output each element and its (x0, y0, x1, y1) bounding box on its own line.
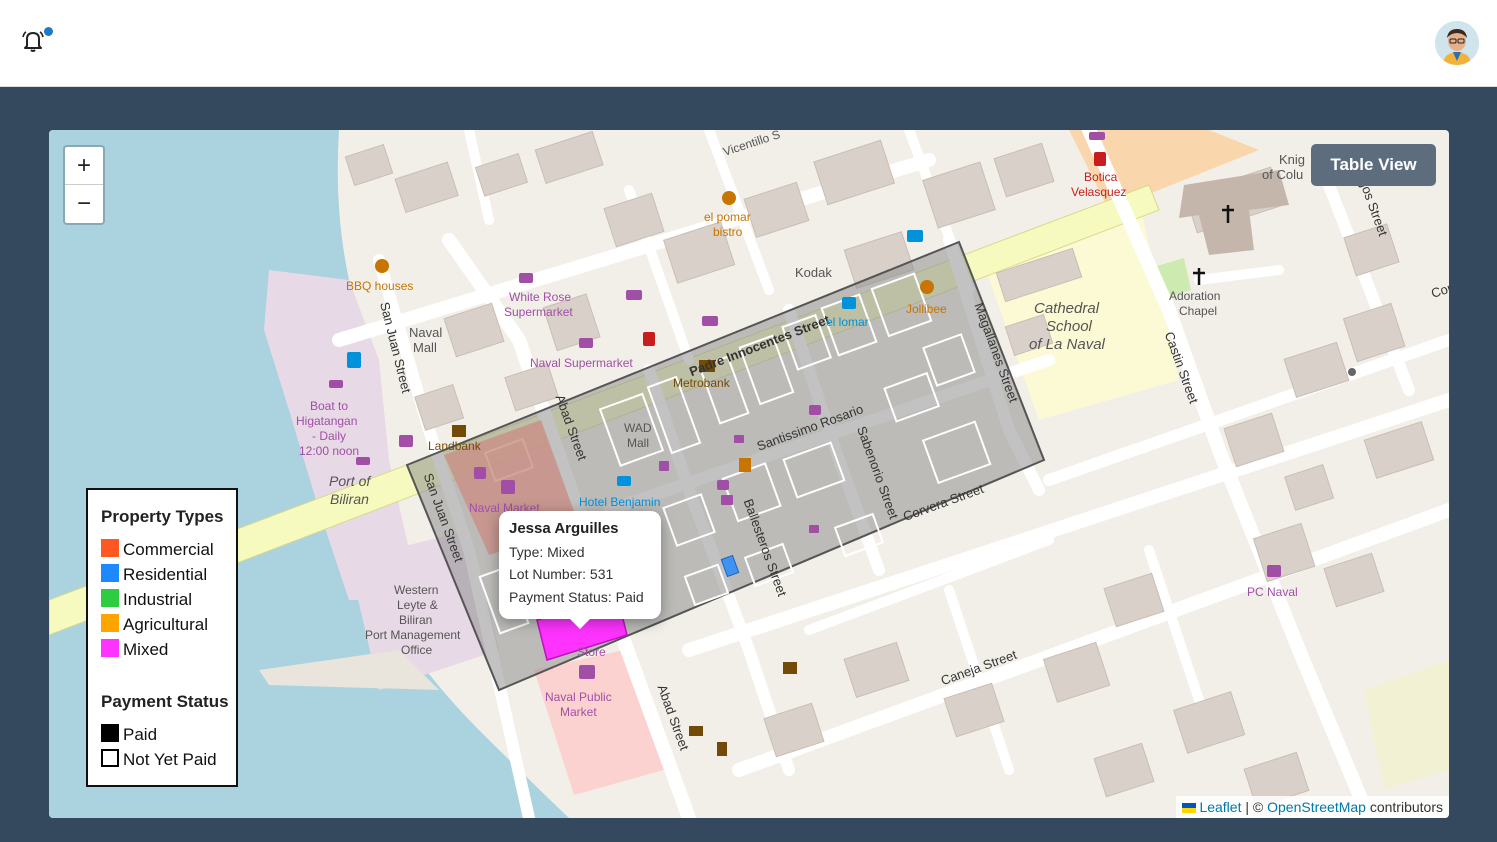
attribution-contributors: contributors (1369, 799, 1443, 815)
legend-swatch (101, 724, 119, 742)
user-avatar[interactable] (1435, 21, 1479, 65)
popup-lot-number: Lot Number: 531 (509, 566, 614, 582)
poi-label: 12:00 noon (299, 444, 360, 458)
poi-label: WAD (624, 421, 652, 435)
poi-label: Cathedral (1034, 300, 1100, 317)
leaflet-link[interactable]: Leaflet (1199, 799, 1241, 815)
poi-label: Port of (329, 473, 371, 489)
poi-label: Store (577, 645, 606, 659)
poi-label: bistro (713, 225, 743, 239)
poi-label: Knig (1279, 152, 1306, 167)
poi-label: of La Naval (1029, 336, 1105, 353)
poi-label: Naval Public (545, 690, 612, 704)
legend-swatch (101, 589, 119, 607)
poi-label: Naval (409, 325, 443, 340)
poi-label: Higatangan (296, 414, 358, 428)
notification-dot (44, 27, 53, 36)
legend-label: Agricultural (123, 615, 209, 634)
legend-item-residential: Residential (101, 564, 207, 586)
poi-label: PC Naval (1247, 585, 1298, 599)
legend-item-industrial: Industrial (101, 589, 192, 611)
poi-label: Port Management (365, 628, 461, 642)
zoom-control: + − (63, 145, 105, 225)
legend-label: Residential (123, 565, 208, 584)
poi-label: Mall (413, 340, 437, 355)
poi-label: Chapel (1179, 304, 1218, 318)
poi-label: Naval Supermarket (530, 356, 633, 370)
legend-label: Paid (123, 725, 158, 744)
map-attribution: Leaflet | © OpenStreetMap contributors (1175, 796, 1449, 818)
legend-swatch (101, 539, 119, 557)
poi-label: Supermarket (504, 305, 573, 319)
poi-label: of Colu (1262, 167, 1304, 182)
osm-link[interactable]: OpenStreetMap (1267, 799, 1366, 815)
zoom-in-button[interactable]: + (65, 147, 103, 184)
legend-swatch (101, 564, 119, 582)
poi-label: el pomar (704, 210, 751, 224)
poi-label: Metrobank (673, 376, 730, 390)
poi-label: Western (394, 583, 439, 597)
poi-label: Jollibee (906, 302, 947, 316)
legend-item-not-paid: Not Yet Paid (101, 749, 217, 771)
popup-payment-status: Payment Status: Paid (509, 589, 644, 605)
legend-swatch (101, 614, 119, 632)
map-tiles[interactable] (49, 130, 1449, 818)
legend-item-paid: Paid (101, 724, 157, 746)
poi-label: Market (560, 705, 597, 719)
poi-label: - Daily (312, 429, 347, 443)
poi-label: Adoration (1169, 289, 1221, 303)
property-popup[interactable]: Jessa Arguilles Type: Mixed Lot Number: … (499, 511, 661, 629)
legend-swatch (101, 749, 119, 767)
legend-label: Industrial (123, 590, 192, 609)
popup-type: Type: Mixed (509, 544, 585, 560)
legend-status-title: Payment Status (101, 692, 229, 711)
poi-label: Boat to (310, 399, 349, 413)
legend-item-commercial: Commercial (101, 539, 214, 561)
poi-label: Kodak (795, 265, 832, 280)
legend-item-mixed: Mixed (101, 639, 168, 661)
ukraine-flag-icon (1181, 798, 1196, 813)
map-container[interactable]: Vicentillo S Padre Innocentes Street Aba… (49, 130, 1449, 818)
legend-swatch (101, 639, 119, 657)
poi-label: Hotel Benjamin (579, 495, 661, 509)
legend-label: Commercial (123, 540, 214, 559)
poi-label: BBQ houses (346, 279, 414, 293)
legend-label: Not Yet Paid (123, 750, 217, 769)
legend-types-title: Property Types (101, 507, 224, 526)
poi-label: Mall (627, 436, 650, 450)
legend-item-agricultural: Agricultural (101, 614, 208, 636)
popup-owner-name: Jessa Arguilles (509, 520, 619, 537)
top-bar (0, 0, 1497, 87)
poi-label: Leyte & (397, 598, 438, 612)
table-view-button[interactable]: Table View (1311, 144, 1436, 186)
zoom-out-button[interactable]: − (65, 184, 103, 222)
poi-label: Office (401, 643, 433, 657)
poi-label: Velasquez (1071, 185, 1127, 199)
attribution-separator: | © (1245, 799, 1264, 815)
poi-label: School (1046, 318, 1092, 335)
poi-label: Biliran (399, 613, 433, 627)
poi-label: White Rose (509, 290, 572, 304)
poi-label: Landbank (428, 439, 481, 453)
poi-label: Botica (1084, 170, 1118, 184)
poi-label: Biliran (330, 491, 369, 507)
legend-label: Mixed (123, 640, 169, 659)
popup-tip (569, 618, 591, 629)
poi-label: el lomar (826, 315, 869, 329)
map-legend: Property Types Commercial Residential In… (86, 488, 238, 787)
